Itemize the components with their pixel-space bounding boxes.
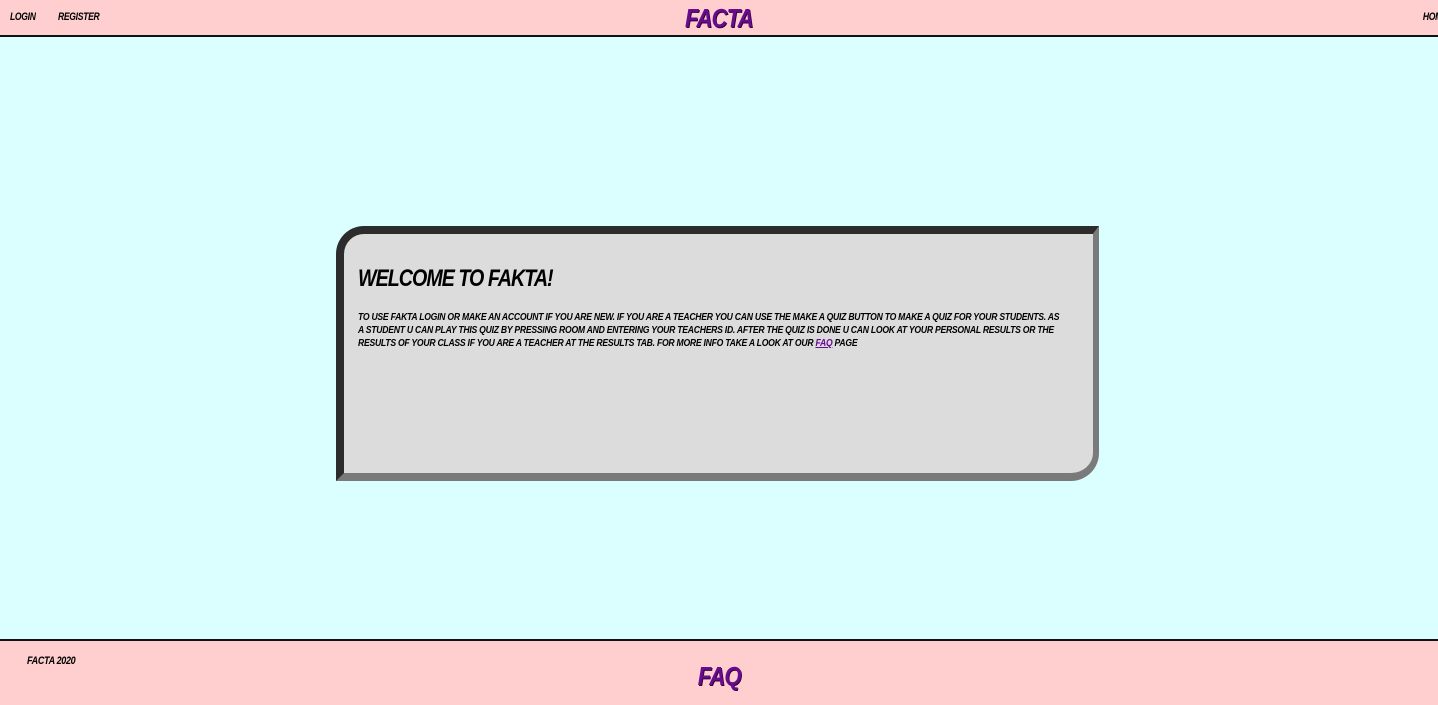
footer-bar: FACTA 2020 FAQ: [0, 639, 1438, 705]
brand-logo-link[interactable]: FACTA: [685, 2, 754, 34]
top-nav-bar: LOGIN REGISTER FACTA HOME: [0, 0, 1438, 37]
home-link[interactable]: HOME: [1423, 11, 1438, 23]
welcome-card: WELCOME TO FAKTA! TO USE FAKTA LOGIN OR …: [336, 226, 1099, 481]
faq-inline-link[interactable]: FAQ: [815, 337, 832, 349]
welcome-text-end: PAGE: [834, 337, 858, 349]
page: LOGIN REGISTER FACTA HOME WELCOME TO FAK…: [0, 0, 1438, 705]
welcome-title: WELCOME TO FAKTA!: [358, 265, 554, 292]
footer-faq-link[interactable]: FAQ: [698, 661, 742, 691]
welcome-text: TO USE FAKTA LOGIN OR MAKE AN ACCOUNT IF…: [358, 311, 1063, 350]
welcome-text-main: TO USE FAKTA LOGIN OR MAKE AN ACCOUNT IF…: [358, 311, 1060, 349]
footer-faq-container: FAQ: [0, 661, 1438, 691]
brand-container: FACTA: [0, 2, 1438, 34]
